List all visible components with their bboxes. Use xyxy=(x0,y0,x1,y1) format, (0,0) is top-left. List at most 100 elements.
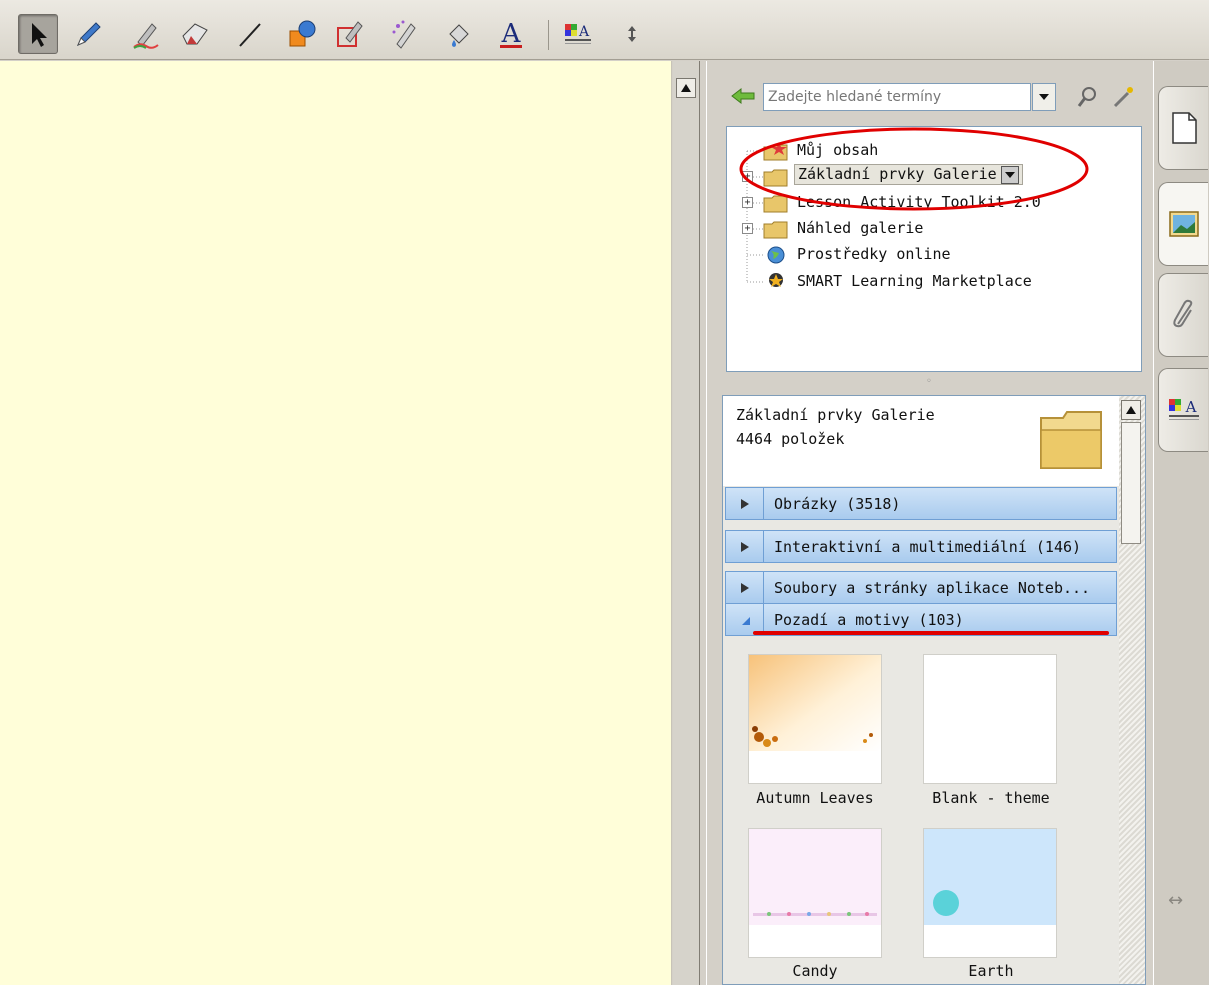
tree-item-label: Můj obsah xyxy=(797,141,879,159)
properties-tab[interactable]: A xyxy=(1158,368,1208,452)
move-toolbar-button[interactable] xyxy=(612,14,652,54)
eraser-icon xyxy=(182,23,208,45)
tree-item-label: Prostředky online xyxy=(797,245,951,263)
toolbar-separator xyxy=(548,20,549,50)
tree-expand-button[interactable]: + xyxy=(742,223,753,234)
panel-splitter[interactable] xyxy=(699,61,707,985)
thumbnail-autumn-leaves[interactable] xyxy=(748,654,882,784)
page-icon xyxy=(1171,112,1197,144)
my-content-folder-icon xyxy=(763,142,788,161)
blue-pen-icon xyxy=(77,22,101,46)
tree-expand-button[interactable]: + xyxy=(742,171,753,182)
fill-tool-button[interactable] xyxy=(438,14,478,54)
thumbnail-blank-theme[interactable] xyxy=(923,654,1057,784)
tree-item-label: SMART Learning Marketplace xyxy=(797,272,1032,290)
properties-tool-button[interactable]: A xyxy=(557,14,597,54)
eraser-tool-button[interactable] xyxy=(175,14,215,54)
category-obrazky[interactable]: Obrázky (3518) xyxy=(725,487,1117,520)
marketplace-icon xyxy=(769,273,783,287)
folder-icon xyxy=(763,221,788,239)
gallery-tree: Můj obsah + Základní prvky Galerie + Les… xyxy=(726,126,1142,372)
thumbnail-label: Autumn Leaves xyxy=(756,789,874,807)
thumbnail-candy[interactable] xyxy=(748,828,882,958)
page-sorter-tab[interactable] xyxy=(1158,86,1208,170)
large-folder-icon xyxy=(1040,411,1102,469)
gallery-tab[interactable] xyxy=(1158,182,1208,266)
up-down-arrow-icon xyxy=(628,26,636,42)
line-tool-button[interactable] xyxy=(230,14,270,54)
category-expand-toggle[interactable] xyxy=(726,488,764,519)
category-interaktivni[interactable]: Interaktivní a multimediální (146) xyxy=(725,530,1117,563)
triangle-up-icon xyxy=(681,84,691,92)
shapes-tool-button[interactable] xyxy=(282,14,322,54)
triangle-expanded-icon xyxy=(741,616,750,625)
panel-move-arrow-icon[interactable]: ↔ xyxy=(1168,890,1183,911)
category-expand-toggle[interactable] xyxy=(726,531,764,562)
select-tool-button[interactable] xyxy=(18,14,58,54)
tree-expand-button[interactable]: + xyxy=(742,197,753,208)
pen-tool-button[interactable] xyxy=(68,14,108,54)
creative-pen-tool-button[interactable] xyxy=(126,14,166,54)
gallery-scrollbar[interactable] xyxy=(1119,396,1145,984)
tree-item-my-content[interactable]: Můj obsah xyxy=(727,138,1143,164)
main-toolbar: A A xyxy=(0,0,1209,60)
tree-item-basic-gallery[interactable]: + Základní prvky Galerie xyxy=(727,164,1143,190)
tree-item-label: Lesson Activity Toolkit 2.0 xyxy=(797,193,1041,211)
whiteboard-canvas[interactable] xyxy=(0,61,672,985)
creative-pen-icon xyxy=(133,23,159,49)
tree-item-lesson-toolkit[interactable]: + Lesson Activity Toolkit 2.0 xyxy=(727,190,1143,216)
gallery-title: Základní prvky Galerie xyxy=(736,406,935,424)
category-soubory[interactable]: Soubory a stránky aplikace Noteb... xyxy=(725,571,1117,604)
arrow-cursor-icon xyxy=(32,23,47,47)
text-tool-button[interactable]: A xyxy=(491,14,531,54)
autumn-leaves-preview xyxy=(749,655,881,751)
chevron-down-icon xyxy=(1004,171,1015,178)
triangle-right-icon xyxy=(740,541,749,552)
tree-resize-handle[interactable]: ◦ xyxy=(926,376,932,387)
shapes-icon xyxy=(289,20,316,47)
gallery-content: Základní prvky Galerie 4464 položek Obrá… xyxy=(722,395,1146,985)
tree-item-menu-dropdown[interactable] xyxy=(1000,165,1019,184)
triangle-up-icon xyxy=(1126,406,1136,414)
thumbnail-label: Blank - theme xyxy=(932,789,1050,807)
gallery-scroll-thumb[interactable] xyxy=(1121,422,1141,544)
text-a-icon: A xyxy=(500,19,522,49)
canvas-scrollbar[interactable] xyxy=(673,61,699,985)
gallery-item-count: 4464 položek xyxy=(736,430,845,448)
folder-icon xyxy=(763,195,788,213)
paperclip-icon xyxy=(1172,299,1192,328)
tree-item-label: Náhled galerie xyxy=(797,219,924,237)
search-history-dropdown[interactable] xyxy=(1032,83,1056,111)
category-expand-toggle[interactable] xyxy=(726,572,764,603)
attachments-tab[interactable] xyxy=(1158,273,1208,357)
triangle-right-icon xyxy=(740,498,749,509)
tree-item-label: Základní prvky Galerie xyxy=(798,165,997,183)
shape-pen-icon xyxy=(337,21,363,47)
properties-icon: A xyxy=(565,24,591,44)
triangle-right-icon xyxy=(740,582,749,593)
annotation-underline xyxy=(753,631,1109,635)
gallery-scroll-up-button[interactable] xyxy=(1121,400,1141,420)
gallery-picture-icon xyxy=(1168,211,1199,237)
text-tool-glyph: A xyxy=(501,19,522,49)
chevron-down-icon xyxy=(1039,94,1049,100)
tree-item-gallery-preview[interactable]: + Náhled galerie xyxy=(727,216,1143,242)
folder-icon xyxy=(763,169,788,187)
paint-bucket-icon xyxy=(449,24,469,47)
tree-item-smart-marketplace[interactable]: SMART Learning Marketplace xyxy=(727,269,1143,295)
shape-recognition-pen-button[interactable] xyxy=(330,14,370,54)
line-icon xyxy=(239,23,261,47)
magic-pen-icon xyxy=(392,20,416,49)
category-label: Obrázky (3518) xyxy=(774,495,901,513)
wand-icon[interactable] xyxy=(1110,84,1136,110)
search-input[interactable]: Zadejte hledané termíny xyxy=(763,83,1031,111)
canvas-scroll-up-button[interactable] xyxy=(676,78,696,98)
magic-pen-tool-button[interactable] xyxy=(385,14,425,54)
category-label: Soubory a stránky aplikace Noteb... xyxy=(774,579,1091,597)
back-arrow-icon[interactable] xyxy=(730,86,756,106)
thumbnail-earth[interactable] xyxy=(923,828,1057,958)
search-magnifier-icon[interactable] xyxy=(1074,84,1100,110)
tree-item-label-selected: Základní prvky Galerie xyxy=(794,164,1023,185)
tree-item-online-resources[interactable]: Prostředky online xyxy=(727,242,1143,268)
properties-icon: A xyxy=(1168,398,1199,420)
